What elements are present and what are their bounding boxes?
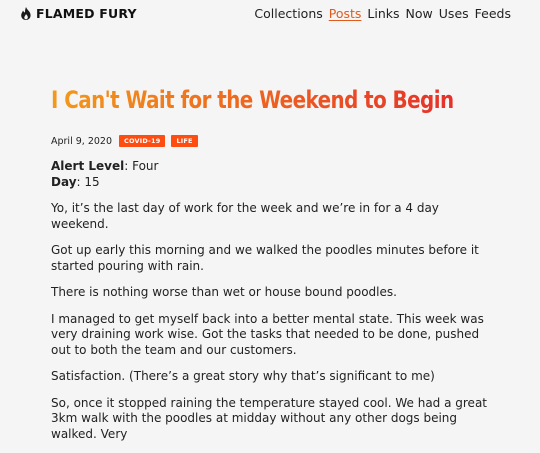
paragraph: So, once it stopped raining the temperat… [51, 395, 487, 441]
paragraph: Yo, it’s the last day of work for the we… [51, 201, 439, 231]
post-content: Alert Level: Four Day: 15 Yo, it’s the l… [51, 159, 491, 442]
tag-covid-19[interactable]: COVID-19 [119, 135, 166, 147]
day-value: : 15 [76, 174, 100, 189]
main-nav: Collections Posts Links Now Uses Feeds [254, 6, 511, 21]
nav-now[interactable]: Now [406, 6, 433, 21]
paragraph: Got up early this morning and we walked … [51, 243, 479, 273]
post-date: April 9, 2020 [51, 135, 112, 147]
nav-posts[interactable]: Posts [329, 6, 362, 21]
day-line: Day: 15 [51, 175, 491, 191]
post-tags: COVID-19 LIFE [119, 135, 198, 147]
paragraph: I managed to get myself back into a bett… [51, 311, 484, 357]
post-title: I Can't Wait for the Weekend to Begin [51, 86, 456, 114]
flame-icon [21, 7, 31, 20]
alert-level-line: Alert Level: Four [51, 159, 491, 175]
paragraph: There is nothing worse than wet or house… [51, 285, 397, 299]
site-brand[interactable]: FLAMED FURY [20, 6, 137, 21]
nav-collections[interactable]: Collections [254, 6, 322, 21]
nav-links[interactable]: Links [367, 6, 399, 21]
alert-level-label: Alert Level [51, 159, 125, 173]
post-article: I Can't Wait for the Weekend to Begin Ap… [51, 86, 491, 453]
tag-life[interactable]: LIFE [171, 135, 198, 147]
nav-feeds[interactable]: Feeds [475, 6, 511, 21]
top-bar: FLAMED FURY Collections Posts Links Now … [0, 0, 540, 28]
day-label: Day [51, 174, 77, 189]
alert-level-value: : Four [124, 159, 159, 173]
post-meta: April 9, 2020 COVID-19 LIFE [51, 135, 491, 147]
brand-name: FLAMED FURY [36, 6, 137, 21]
nav-uses[interactable]: Uses [439, 6, 469, 21]
paragraph: Satisfaction. (There’s a great story why… [51, 369, 435, 383]
